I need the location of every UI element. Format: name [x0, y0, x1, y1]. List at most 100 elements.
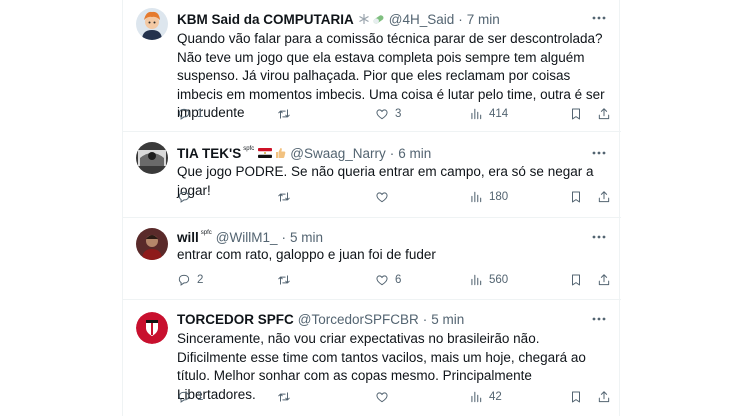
name-emoji	[258, 147, 286, 159]
views-chart-icon	[471, 274, 482, 286]
bookmark-icon	[572, 108, 580, 120]
egypt-flag-icon	[258, 148, 273, 158]
tweet-actions: 1 3 414	[177, 107, 610, 125]
reply-button[interactable]: 2	[177, 273, 203, 287]
tweet[interactable]: KBM Said da COMPUTARIA @4H_Said · 7 min …	[123, 0, 621, 132]
heart-icon	[376, 275, 388, 286]
like-button[interactable]: 6	[375, 273, 401, 287]
reply-button[interactable]: 1	[177, 390, 203, 404]
tweet-actions: 180	[177, 190, 610, 208]
avatar[interactable]	[136, 312, 168, 344]
snowflake-emoji-icon	[358, 14, 369, 24]
tweet-header: KBM Said da COMPUTARIA @4H_Said · 7 min	[177, 10, 500, 28]
view-count: 42	[489, 391, 502, 403]
name-emoji	[358, 13, 385, 25]
bookmark-button[interactable]	[569, 190, 583, 204]
timestamp[interactable]: 7 min	[467, 12, 500, 27]
avatar[interactable]	[136, 8, 168, 40]
separator-dot: ·	[458, 11, 463, 27]
name-badge: spfc	[243, 146, 255, 152]
separator-dot: ·	[389, 145, 395, 161]
views-button[interactable]: 560	[469, 273, 508, 287]
handle[interactable]: @TorcedorSPFCBR	[298, 312, 419, 327]
heart-icon	[376, 392, 388, 403]
like-count: 6	[395, 274, 402, 286]
view-count: 414	[489, 108, 509, 120]
display-name[interactable]: KBM Said da COMPUTARIA	[177, 12, 354, 27]
tweet-text: entrar com rato, galoppo e juan foi de f…	[177, 247, 436, 262]
like-button[interactable]: 3	[375, 107, 401, 121]
retweet-button[interactable]	[277, 107, 297, 121]
timestamp[interactable]: 5 min	[431, 312, 464, 327]
avatar-photo-image	[136, 228, 168, 260]
bookmark-button[interactable]	[569, 390, 583, 404]
display-name[interactable]: TIA TEK'S	[177, 146, 241, 161]
view-count: 180	[489, 191, 509, 203]
reply-button[interactable]: 1	[177, 107, 203, 121]
retweet-icon	[278, 192, 290, 202]
share-icon	[598, 191, 610, 203]
handle[interactable]: @WillM1_	[216, 230, 278, 245]
display-name[interactable]: TORCEDOR SPFC	[177, 312, 294, 327]
tweet[interactable]: TORCEDOR SPFC @TorcedorSPFCBR · 5 min Si…	[123, 300, 621, 416]
more-horizontal-icon[interactable]	[591, 10, 607, 26]
retweet-button[interactable]	[277, 390, 297, 404]
more-horizontal-icon[interactable]	[591, 311, 607, 327]
like-button[interactable]	[375, 190, 395, 204]
tweet[interactable]: TIA TEK'S spfc @Swaag_Narry · 6 min Que …	[123, 132, 621, 218]
retweet-icon	[278, 392, 290, 402]
share-button[interactable]	[597, 390, 611, 404]
avatar-cartoon-image	[136, 8, 168, 40]
avatar[interactable]	[136, 142, 168, 174]
views-button[interactable]: 180	[469, 190, 508, 204]
share-button[interactable]	[597, 190, 611, 204]
handle[interactable]: @Swaag_Narry	[290, 146, 386, 161]
tweet-actions: 1 42	[177, 390, 610, 408]
name-badge: spfc	[200, 230, 212, 236]
like-count: 3	[395, 108, 402, 120]
avatar[interactable]	[136, 228, 168, 260]
reply-button[interactable]	[177, 190, 197, 204]
views-chart-icon	[471, 391, 482, 403]
separator-dot: ·	[281, 229, 287, 245]
bookmark-button[interactable]	[569, 273, 583, 287]
separator-dot: ·	[422, 311, 428, 327]
retweet-icon	[278, 109, 290, 119]
share-button[interactable]	[597, 107, 611, 121]
tweet-header: TIA TEK'S spfc @Swaag_Narry · 6 min	[177, 144, 431, 162]
more-horizontal-icon[interactable]	[591, 229, 607, 245]
bookmark-icon	[572, 274, 580, 286]
reply-icon	[178, 108, 190, 120]
heart-icon	[376, 109, 388, 120]
reply-count: 2	[197, 274, 204, 286]
more-horizontal-icon[interactable]	[591, 145, 607, 161]
reply-count: 1	[197, 108, 204, 120]
timestamp[interactable]: 6 min	[398, 146, 431, 161]
club-crest-logo	[136, 312, 168, 344]
tweet-header: TORCEDOR SPFC @TorcedorSPFCBR · 5 min	[177, 310, 464, 328]
thumbs-up-emoji-icon	[276, 148, 286, 158]
retweet-icon	[278, 275, 290, 285]
views-chart-icon	[471, 108, 482, 120]
avatar-photo-image	[136, 142, 168, 174]
bookmark-button[interactable]	[569, 107, 583, 121]
handle[interactable]: @4H_Said	[389, 12, 455, 27]
timestamp[interactable]: 5 min	[290, 230, 323, 245]
share-icon	[598, 108, 610, 120]
reply-icon	[178, 391, 190, 403]
views-button[interactable]: 414	[469, 107, 508, 121]
share-button[interactable]	[597, 273, 611, 287]
like-button[interactable]	[375, 390, 395, 404]
display-name[interactable]: will	[177, 230, 199, 245]
tweet[interactable]: will spfc @WillM1_ · 5 min entrar com ra…	[123, 218, 621, 300]
tweet-actions: 2 6 560	[177, 273, 610, 291]
views-chart-icon	[471, 191, 482, 203]
retweet-button[interactable]	[277, 273, 297, 287]
reply-icon	[178, 191, 190, 203]
bookmark-icon	[572, 391, 580, 403]
retweet-button[interactable]	[277, 190, 297, 204]
reply-icon	[178, 274, 190, 286]
timeline-feed: KBM Said da COMPUTARIA @4H_Said · 7 min …	[122, 0, 621, 416]
views-button[interactable]: 42	[469, 390, 502, 404]
pill-emoji-icon	[373, 15, 384, 24]
